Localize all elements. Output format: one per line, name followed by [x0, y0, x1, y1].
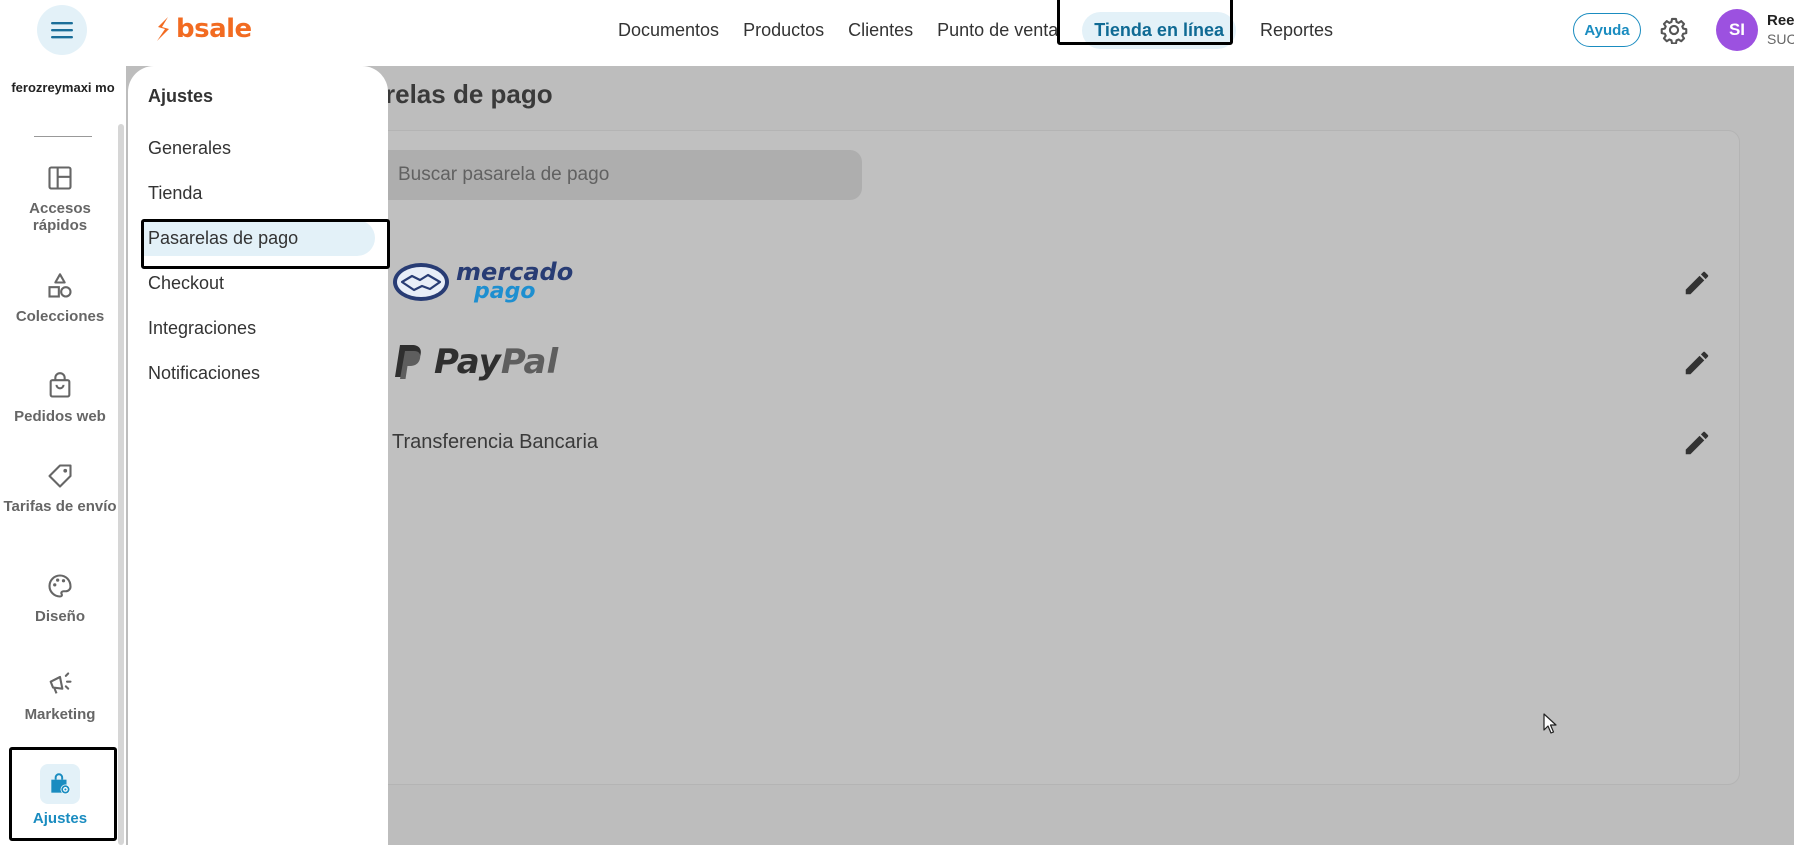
main-nav: Documentos Productos Clientes Punto de v… [606, 0, 1345, 60]
sidebar-item-label: Tarifas de envío [3, 498, 117, 515]
nav-productos[interactable]: Productos [731, 20, 836, 41]
sidebar-item-diseno[interactable]: Diseño [0, 572, 120, 625]
sidebar-item-accesos-rapidos[interactable]: Accesos rápidos [0, 164, 120, 234]
search-input[interactable] [398, 164, 862, 186]
sidebar-item-label: Diseño [34, 608, 85, 625]
tag-icon [48, 464, 72, 488]
edit-pencil-icon[interactable] [1682, 428, 1712, 458]
sidebar-item-tarifas-de-envio[interactable]: Tarifas de envío [0, 462, 120, 515]
submenu-item-generales[interactable]: Generales [142, 130, 375, 166]
nav-punto-de-venta[interactable]: Punto de venta [925, 20, 1070, 41]
sidebar-item-label: Colecciones [15, 308, 105, 325]
handshake-icon [393, 263, 449, 301]
page-title: relas de pago [385, 79, 553, 109]
sidebar-item-ajustes[interactable]: Ajustes [0, 764, 120, 827]
gateway-search[interactable] [380, 150, 862, 200]
brand-name: bsale [176, 14, 252, 44]
bsale-logo[interactable]: bsale [154, 14, 252, 44]
mouse-cursor-icon [1543, 713, 1557, 734]
nav-clientes[interactable]: Clientes [836, 20, 925, 41]
gateway-row-transferencia-bancaria[interactable]: Transferencia Bancaria [392, 412, 1712, 472]
nav-documentos[interactable]: Documentos [606, 20, 731, 41]
bag-settings-icon [51, 773, 71, 795]
gateway-row-paypal[interactable]: PayPal [392, 332, 1712, 392]
shapes-icon [48, 273, 72, 298]
sidebar-item-label: Ajustes [32, 810, 88, 827]
paypal-wordmark-pay: Pay [434, 342, 501, 382]
user-name[interactable]: Ree [1767, 12, 1794, 29]
shopping-bag-icon [49, 372, 71, 398]
hamburger-icon [51, 22, 73, 39]
ajustes-submenu: Ajustes Generales Tienda Pasarelas de pa… [128, 66, 388, 845]
mercado-pago-logo: mercado pago [392, 260, 573, 303]
submenu-item-notificaciones[interactable]: Notificaciones [142, 355, 375, 391]
gateway-name: Transferencia Bancaria [392, 430, 599, 453]
bsale-logo-mark-icon [157, 17, 169, 41]
paypal-logo: PayPal [392, 342, 558, 382]
layout-icon [48, 166, 72, 190]
submenu-item-integraciones[interactable]: Integraciones [142, 310, 375, 346]
avatar[interactable]: SI [1716, 9, 1758, 51]
top-bar: bsale Documentos Productos Clientes Punt… [0, 0, 1794, 66]
mercado-pago-wordmark: mercado pago [456, 260, 573, 303]
sidebar-scrollbar[interactable] [118, 124, 124, 845]
palette-icon [48, 574, 72, 598]
gear-icon[interactable] [1660, 16, 1688, 44]
sidebar-item-colecciones[interactable]: Colecciones [0, 272, 120, 325]
submenu-item-checkout[interactable]: Checkout [142, 265, 375, 301]
gateway-row-mercado-pago[interactable]: mercado pago [392, 252, 1712, 312]
sidebar-item-label: Pedidos web [14, 408, 106, 425]
nav-tienda-en-linea[interactable]: Tienda en línea [1057, 0, 1248, 49]
submenu-item-tienda[interactable]: Tienda [142, 175, 375, 211]
edit-pencil-icon[interactable] [1682, 348, 1712, 378]
nav-tienda-en-linea-label: Tienda en línea [1082, 11, 1236, 49]
left-sidebar: ferozreymaxi mo Accesos rápidos Coleccio… [0, 66, 126, 845]
sidebar-item-ajustes-icon-bg [40, 764, 80, 804]
megaphone-icon [49, 672, 72, 694]
sidebar-item-marketing[interactable]: Marketing [0, 670, 120, 723]
paypal-wordmark-pal: Pal [500, 342, 559, 382]
paypal-wordmark: PayPal [434, 342, 558, 382]
hamburger-menu-button[interactable] [37, 5, 87, 55]
sidebar-divider [34, 136, 92, 137]
sidebar-item-label: Accesos rápidos [29, 200, 91, 234]
submenu-item-pasarelas-de-pago[interactable]: Pasarelas de pago [142, 220, 375, 256]
paypal-p-icon [395, 345, 421, 379]
edit-pencil-icon[interactable] [1682, 268, 1712, 298]
user-branch: SUC [1767, 31, 1794, 47]
sidebar-item-label: Marketing [24, 706, 96, 723]
sidebar-item-pedidos-web[interactable]: Pedidos web [0, 372, 120, 425]
store-account-name[interactable]: ferozreymaxi mo [10, 80, 116, 96]
submenu-title: Ajustes [148, 86, 214, 106]
help-button[interactable]: Ayuda [1573, 13, 1641, 47]
nav-reportes[interactable]: Reportes [1248, 20, 1345, 41]
